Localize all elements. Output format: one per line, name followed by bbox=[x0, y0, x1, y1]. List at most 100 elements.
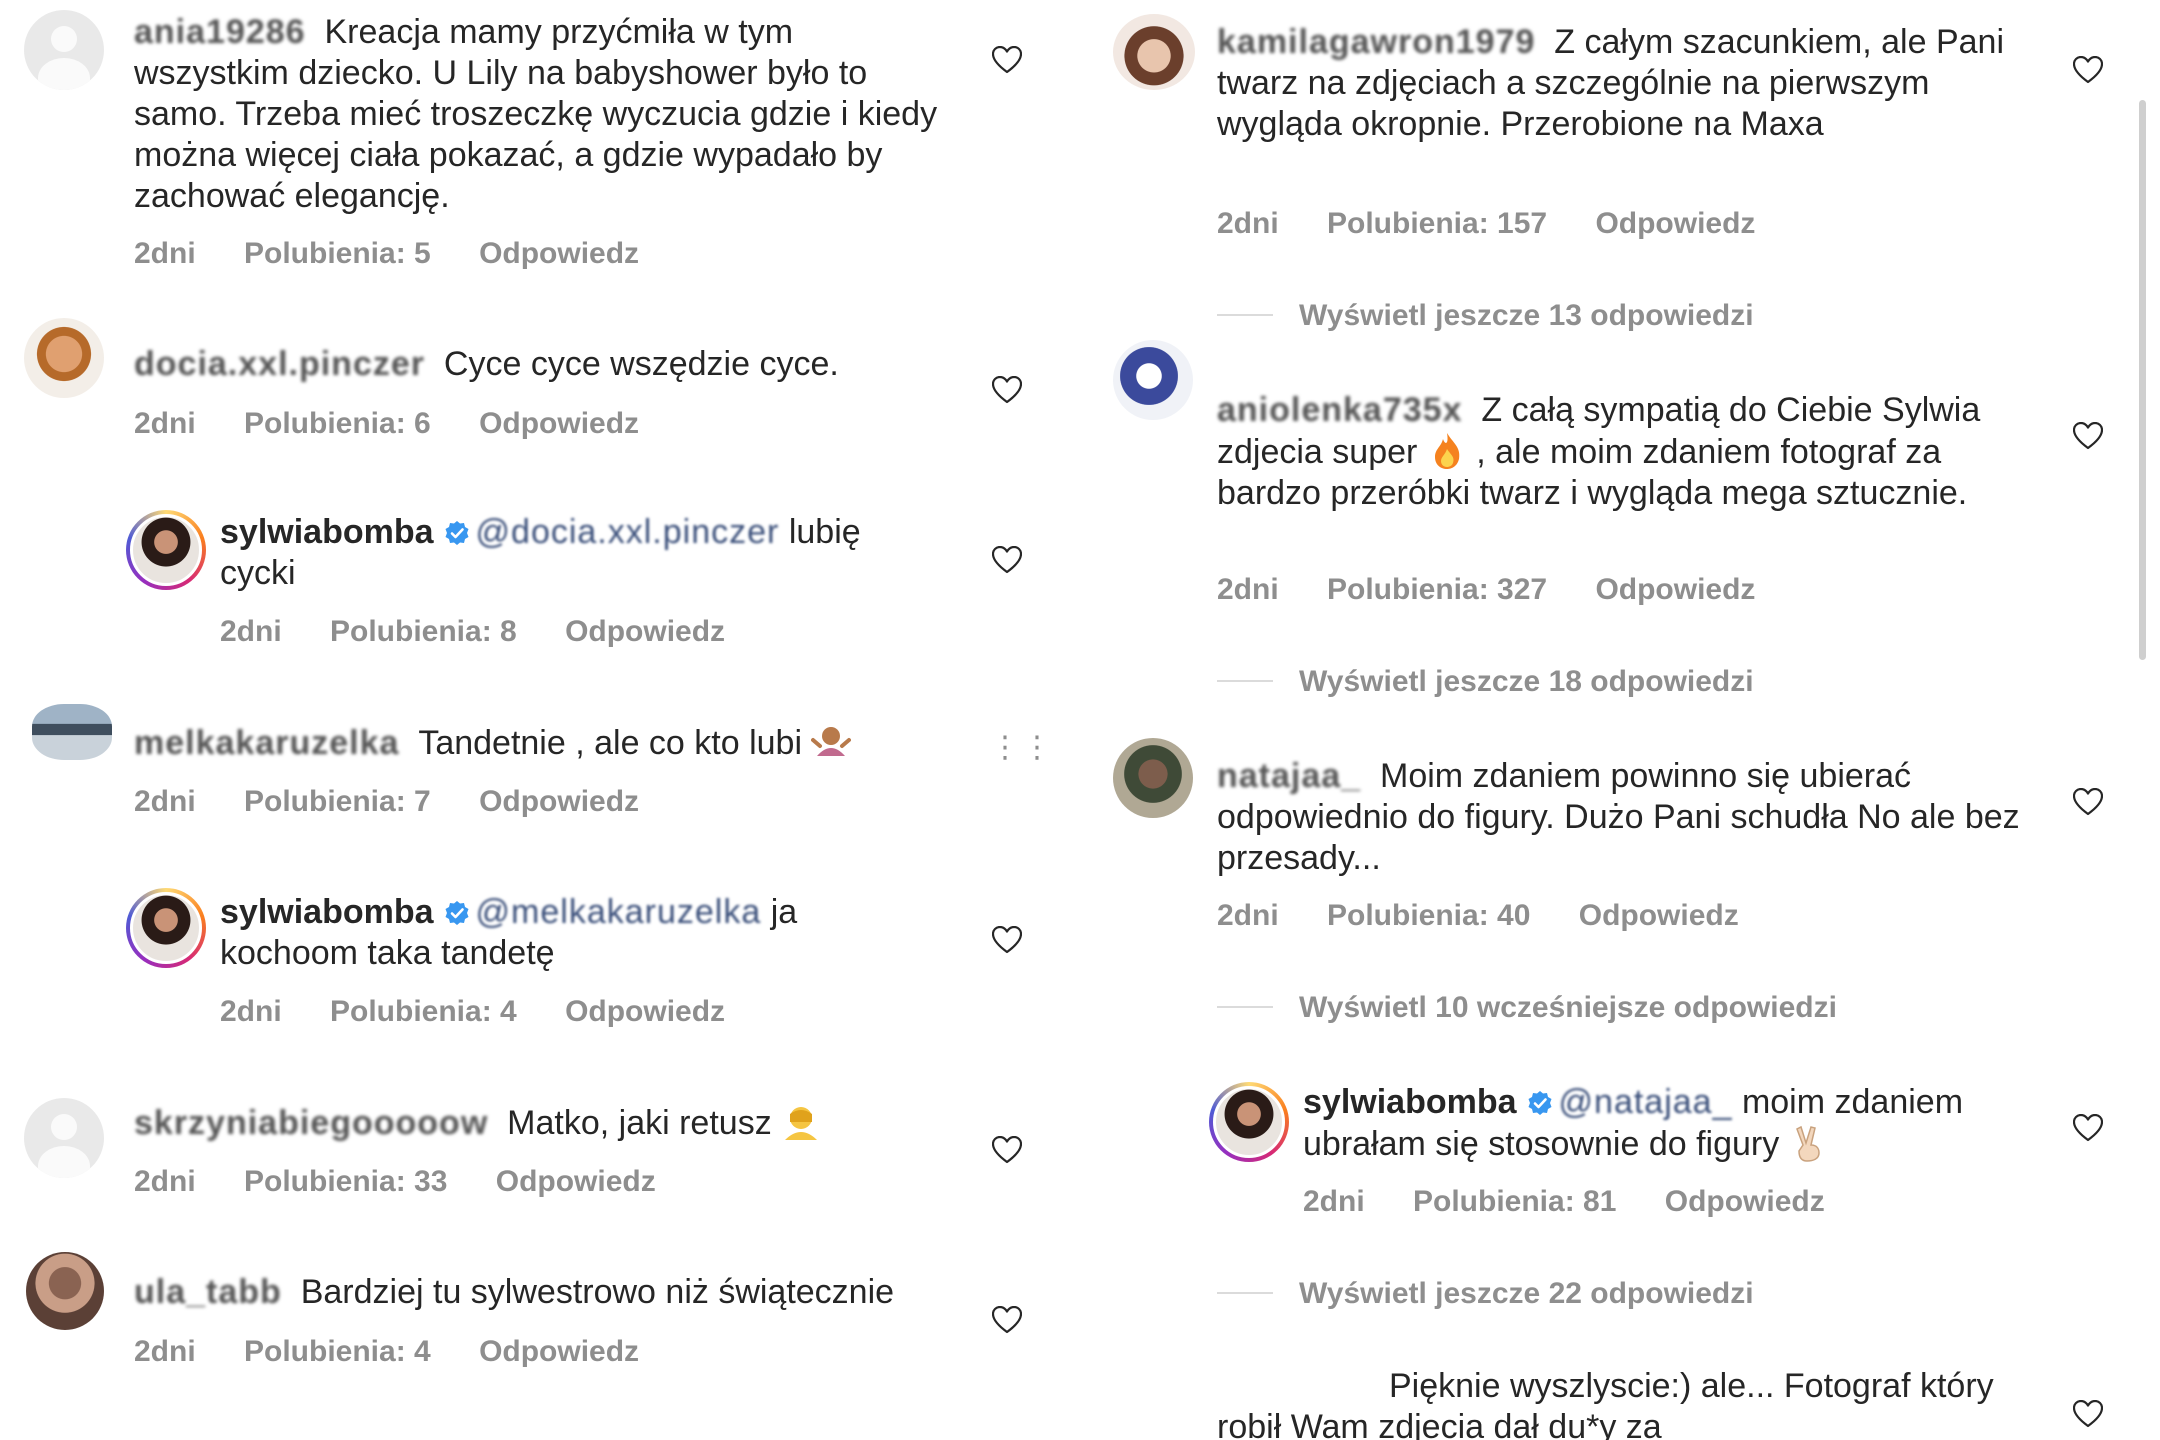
verified-badge-icon bbox=[1527, 1090, 1553, 1116]
comment-likes[interactable]: Polubienia: 5 bbox=[244, 237, 431, 270]
comment-username[interactable]: aniolenka735x bbox=[1217, 391, 1462, 429]
comment-likes[interactable]: Polubienia: 40 bbox=[1327, 899, 1530, 932]
reply-button[interactable]: Odpowiedz bbox=[1595, 573, 1755, 606]
heart-outline-icon[interactable] bbox=[992, 546, 1022, 574]
comment-likes[interactable]: Polubienia: 157 bbox=[1327, 207, 1547, 240]
heart-outline-icon[interactable] bbox=[992, 46, 1022, 74]
comment-text: Pięknie wyszlyscie:) ale... Fotograf któ… bbox=[1217, 1367, 1994, 1440]
comment-likes[interactable]: Polubienia: 81 bbox=[1413, 1185, 1616, 1218]
comment-body: sylwiabomba @melkakaruzelka ja kochoom ta… bbox=[220, 892, 940, 974]
comment-time: 2dni bbox=[1217, 207, 1279, 240]
comment-body: docia.xxl.pinczer Cyce cyce wszędzie cyc… bbox=[134, 344, 954, 385]
heart-outline-icon[interactable] bbox=[2073, 1114, 2103, 1142]
comment-likes[interactable]: Polubienia: 4 bbox=[330, 995, 517, 1028]
avatar[interactable] bbox=[24, 1098, 104, 1178]
comment-meta: 2dni Polubienia: 33 Odpowiedz bbox=[134, 1164, 696, 1200]
comment-body: ula_tabb Bardziej tu sylwestrowo niż świ… bbox=[134, 1272, 1014, 1313]
comment-text: Bardziej tu sylwestrowo niż świątecznie bbox=[300, 1273, 895, 1311]
mention-link[interactable]: @docia.xxl.pinczer bbox=[476, 513, 780, 551]
heart-outline-icon[interactable] bbox=[992, 1306, 1022, 1334]
comment-time: 2dni bbox=[134, 407, 196, 440]
comment-username[interactable]: sylwiabomba bbox=[220, 893, 434, 931]
scrollbar[interactable] bbox=[2139, 100, 2146, 660]
avatar[interactable] bbox=[1113, 340, 1193, 420]
avatar[interactable] bbox=[26, 1252, 104, 1330]
comments-column-left: ania19286 Kreacja mamy przyćmiła w tym w… bbox=[0, 0, 1080, 1440]
heart-outline-icon[interactable] bbox=[2073, 422, 2103, 450]
reply-button[interactable]: Odpowiedz bbox=[1665, 1185, 1825, 1218]
comment-time: 2dni bbox=[134, 1335, 196, 1368]
verified-badge-icon bbox=[444, 900, 470, 926]
comment-meta: 2dni Polubienia: 327 Odpowiedz bbox=[1217, 572, 1795, 608]
heart-outline-icon[interactable] bbox=[2073, 1400, 2103, 1428]
comment-username[interactable]: ula_tabb bbox=[134, 1273, 282, 1311]
view-more-replies-button[interactable]: Wyświetl jeszcze 18 odpowiedzi bbox=[1217, 664, 1754, 700]
comment-time: 2dni bbox=[134, 785, 196, 818]
avatar[interactable] bbox=[1113, 738, 1193, 818]
view-more-replies-button[interactable]: Wyświetl jeszcze 13 odpowiedzi bbox=[1217, 298, 1754, 334]
reply-button[interactable]: Odpowiedz bbox=[565, 995, 725, 1028]
comment-body: aniolenka735x Z całą sympatią do Ciebie … bbox=[1217, 390, 2047, 514]
comment-body: kamilagawron1979 Z całym szacunkiem, ale… bbox=[1217, 22, 2037, 145]
comment-time: 2dni bbox=[134, 237, 196, 270]
comment-body: Pięknie wyszlyscie:) ale... Fotograf któ… bbox=[1217, 1366, 2057, 1440]
avatar[interactable] bbox=[24, 318, 104, 398]
comment-body: ania19286 Kreacja mamy przyćmiła w tym w… bbox=[134, 12, 954, 217]
comment-body: sylwiabomba @natajaa_ moim zdaniem ubrała… bbox=[1303, 1082, 2063, 1165]
reply-button[interactable]: Odpowiedz bbox=[1579, 899, 1739, 932]
comment-time: 2dni bbox=[134, 1165, 196, 1198]
victory-hand-emoji-icon bbox=[1795, 1125, 1820, 1162]
reply-button[interactable]: Odpowiedz bbox=[479, 785, 639, 818]
comments-column-right: kamilagawron1979 Z całym szacunkiem, ale… bbox=[1083, 0, 2160, 1440]
heart-outline-icon[interactable] bbox=[992, 926, 1022, 954]
verified-badge-icon bbox=[444, 520, 470, 546]
heart-outline-icon[interactable] bbox=[992, 1136, 1022, 1164]
comment-username[interactable]: skrzyniabiegooooow bbox=[134, 1104, 488, 1142]
comment-text: Tandetnie , ale co kto lubi bbox=[418, 724, 803, 762]
avatar[interactable] bbox=[1113, 14, 1195, 90]
avatar[interactable] bbox=[126, 888, 206, 968]
view-earlier-replies-button[interactable]: Wyświetl 10 wcześniejsze odpowiedzi bbox=[1217, 990, 1837, 1026]
avatar[interactable] bbox=[32, 704, 112, 760]
comment-meta: 2dni Polubienia: 7 Odpowiedz bbox=[134, 784, 679, 820]
heart-outline-icon[interactable] bbox=[992, 376, 1022, 404]
comment-likes[interactable]: Polubienia: 6 bbox=[244, 407, 431, 440]
comment-likes[interactable]: Polubienia: 7 bbox=[244, 785, 431, 818]
comment-username[interactable]: sylwiabomba bbox=[220, 513, 434, 551]
comment-username[interactable]: melkakaruzelka bbox=[134, 724, 399, 762]
comment-text: Cyce cyce wszędzie cyce. bbox=[443, 345, 839, 383]
comment-username[interactable]: natajaa_ bbox=[1217, 757, 1361, 795]
heart-outline-icon[interactable] bbox=[2073, 788, 2103, 816]
reply-button[interactable]: Odpowiedz bbox=[479, 407, 639, 440]
fire-emoji-icon bbox=[1434, 433, 1460, 469]
avatar[interactable] bbox=[1209, 1082, 1289, 1162]
reply-button[interactable]: Odpowiedz bbox=[479, 1335, 639, 1368]
comment-time: 2dni bbox=[220, 615, 282, 648]
comment-body: skrzyniabiegooooow Matko, jaki retusz bbox=[134, 1102, 974, 1144]
comment-username[interactable]: ania19286 bbox=[134, 13, 306, 51]
mention-link[interactable]: @melkakaruzelka bbox=[476, 893, 762, 931]
avatar[interactable] bbox=[24, 10, 104, 90]
comment-username[interactable]: docia.xxl.pinczer bbox=[134, 345, 425, 383]
comment-likes[interactable]: Polubienia: 327 bbox=[1327, 573, 1547, 606]
reply-button[interactable]: Odpowiedz bbox=[479, 237, 639, 270]
comment-likes[interactable]: Polubienia: 8 bbox=[330, 615, 517, 648]
reply-button[interactable]: Odpowiedz bbox=[565, 615, 725, 648]
comment-likes[interactable]: Polubienia: 33 bbox=[244, 1165, 447, 1198]
comment-meta: 2dni Polubienia: 157 Odpowiedz bbox=[1217, 206, 1795, 242]
reply-button[interactable]: Odpowiedz bbox=[496, 1165, 656, 1198]
mention-link[interactable]: @natajaa_ bbox=[1559, 1083, 1733, 1121]
shrug-emoji-icon bbox=[811, 727, 852, 756]
reply-button[interactable]: Odpowiedz bbox=[1595, 207, 1755, 240]
heart-outline-icon[interactable] bbox=[2073, 56, 2103, 84]
comment-likes[interactable]: Polubienia: 4 bbox=[244, 1335, 431, 1368]
avatar[interactable] bbox=[126, 510, 206, 590]
comment-meta: 2dni Polubienia: 40 Odpowiedz bbox=[1217, 898, 1779, 934]
comment-meta: 2dni Polubienia: 4 Odpowiedz bbox=[134, 1334, 679, 1370]
more-options-icon[interactable]: ⋮⋮ bbox=[990, 730, 1054, 765]
comment-body: natajaa_ Moim zdaniem powinno się ubiera… bbox=[1217, 756, 2047, 879]
comment-time: 2dni bbox=[1217, 573, 1279, 606]
comment-username[interactable]: kamilagawron1979 bbox=[1217, 23, 1535, 61]
view-more-replies-button[interactable]: Wyświetl jeszcze 22 odpowiedzi bbox=[1217, 1276, 1754, 1312]
comment-username[interactable]: sylwiabomba bbox=[1303, 1083, 1517, 1121]
